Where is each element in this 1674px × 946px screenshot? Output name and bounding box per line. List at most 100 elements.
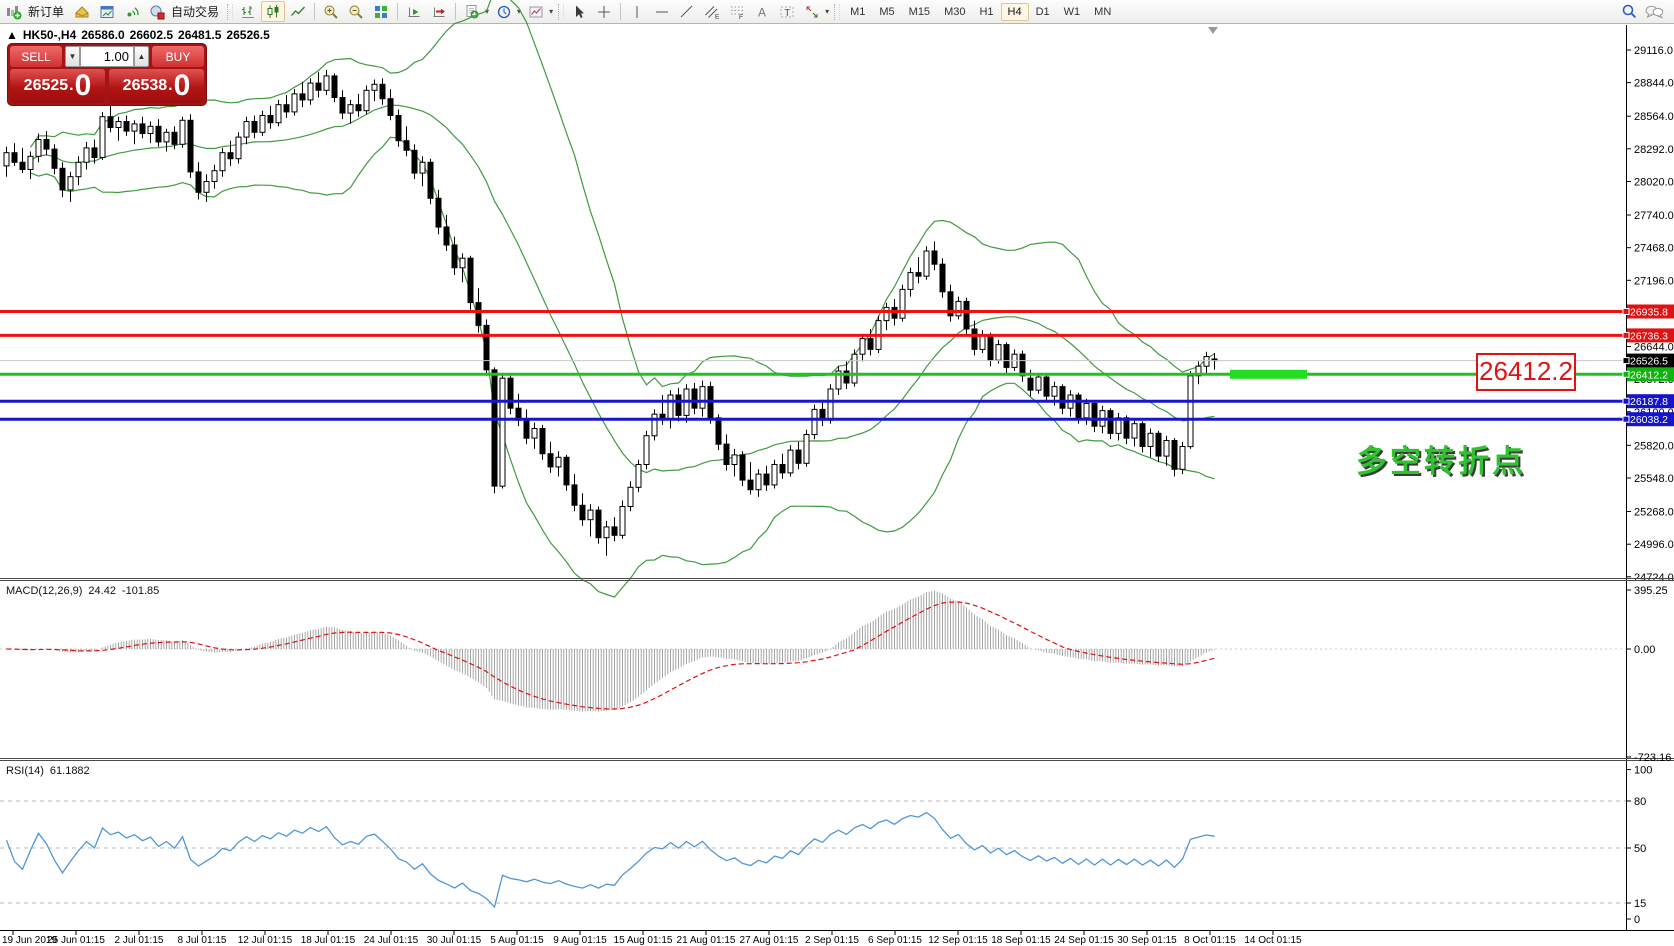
candle-body: [19, 161, 26, 171]
sell-button[interactable]: SELL: [10, 46, 62, 67]
price-tag-label: 26526.5: [1630, 356, 1668, 368]
candle-body: [331, 75, 338, 99]
candle-body: [339, 97, 346, 114]
turning-point-note[interactable]: 多空转折点: [1356, 436, 1526, 481]
bid-price-dot: .: [69, 77, 74, 94]
candle-body: [483, 324, 490, 371]
candle-body: [51, 148, 58, 169]
candle-body: [627, 486, 634, 507]
price-tag-label: 26412.2: [1630, 369, 1668, 381]
bollinger-middle-band: [30, 104, 1215, 474]
time-axis-label: 21 Aug 01:15: [677, 935, 736, 946]
candle-body: [1027, 377, 1034, 391]
buy-button[interactable]: BUY: [152, 46, 204, 67]
price-axis-label: 28292.0: [1634, 144, 1674, 156]
price-tag-marker: [1622, 415, 1630, 423]
candle-body: [467, 257, 474, 304]
candle-body: [27, 155, 34, 171]
time-axis-label: 5 Aug 01:15: [490, 935, 544, 946]
candle-body: [251, 121, 258, 133]
candle-body: [235, 136, 242, 160]
candle-body: [1051, 386, 1058, 397]
symbol-collapse-marker[interactable]: ▲: [6, 28, 18, 42]
candle-body: [715, 417, 722, 445]
price-axis-label: 24724.0: [1634, 572, 1674, 584]
chart-header: ▲ HK50-,H4 26586.0 26602.5 26481.5 26526.5: [6, 28, 275, 42]
rsi-axis-label: 100: [1634, 765, 1652, 777]
candle-body: [555, 456, 562, 468]
bid-price-button[interactable]: 26525. 0: [10, 69, 105, 103]
price-axis-label: 25268.0: [1634, 507, 1674, 519]
candle-body: [571, 484, 578, 506]
candle-body: [987, 334, 994, 361]
candle-body: [3, 152, 10, 167]
candle-body: [315, 82, 322, 91]
candle-body: [139, 123, 146, 135]
time-axis-label: 18 Jul 01:15: [301, 935, 356, 946]
candle-body: [827, 388, 834, 421]
candle-body: [83, 147, 90, 163]
candle-body: [307, 82, 314, 101]
candle-body: [739, 454, 746, 481]
volume-decrease-button[interactable]: ▼: [65, 46, 80, 67]
candle-body: [619, 506, 626, 536]
candle-body: [691, 388, 698, 409]
candle-body: [299, 93, 306, 101]
candle-body: [907, 272, 914, 290]
candle-body: [867, 338, 874, 350]
volume-increase-button[interactable]: ▲: [134, 46, 149, 67]
candle-body: [779, 464, 786, 474]
candle-body: [291, 93, 298, 113]
macd-name: MACD(12,26,9): [6, 585, 83, 597]
candle-body: [979, 334, 986, 350]
candle-body: [75, 161, 82, 178]
candle-body: [667, 394, 674, 420]
candle-body: [771, 464, 778, 486]
candle-body: [107, 116, 114, 128]
candle-body: [451, 244, 458, 269]
candle-body: [1003, 344, 1010, 368]
rsi-axis-label: 0: [1634, 914, 1640, 926]
candle-body: [219, 152, 226, 172]
candle-body: [131, 123, 138, 132]
macd-axis-label: -723.16: [1634, 752, 1671, 764]
candle-body: [851, 353, 858, 384]
price-axis-label: 24996.0: [1634, 539, 1674, 551]
candle-body: [971, 328, 978, 350]
price-axis-label: 26644.0: [1634, 342, 1674, 354]
price-callout-label[interactable]: 26412.2: [1476, 353, 1576, 391]
candle-body: [963, 300, 970, 330]
candle-body: [43, 139, 50, 150]
ask-price-button[interactable]: 26538. 0: [109, 69, 204, 103]
time-axis-label: 24 Sep 01:15: [1054, 935, 1114, 946]
price-tag-marker: [1622, 370, 1630, 378]
candle-body: [427, 161, 434, 199]
candle-body: [795, 449, 802, 464]
candle-body: [723, 443, 730, 466]
highlight-zone[interactable]: [1230, 369, 1307, 379]
rsi-axis-label: 80: [1634, 796, 1646, 808]
macd-signal-value: -101.85: [121, 585, 160, 597]
candle-body: [603, 526, 610, 539]
candle-body: [283, 104, 290, 113]
volume-input[interactable]: [80, 46, 134, 67]
price-tag-marker: [1622, 331, 1630, 339]
candle-body: [787, 449, 794, 474]
candle-body: [1203, 356, 1210, 367]
candle-body: [1083, 402, 1090, 419]
candle-body: [187, 119, 194, 173]
ohlc-low: 26481.5: [178, 28, 222, 42]
candle-body: [491, 369, 498, 487]
price-axis-label: 27468.0: [1634, 243, 1674, 255]
time-axis-label: 25 Jun 01:15: [47, 935, 105, 946]
candle-body: [363, 89, 370, 112]
candle-body: [1131, 423, 1138, 439]
macd-axis-label: 395.25: [1634, 585, 1668, 597]
candle-body: [419, 161, 426, 174]
ask-price-dot: .: [168, 77, 173, 94]
candle-body: [155, 125, 162, 143]
time-axis-label: 8 Jul 01:15: [178, 935, 227, 946]
price-axis-label: 28564.0: [1634, 111, 1674, 123]
candle-body: [1139, 423, 1146, 448]
price-axis-label: 28844.0: [1634, 78, 1674, 90]
